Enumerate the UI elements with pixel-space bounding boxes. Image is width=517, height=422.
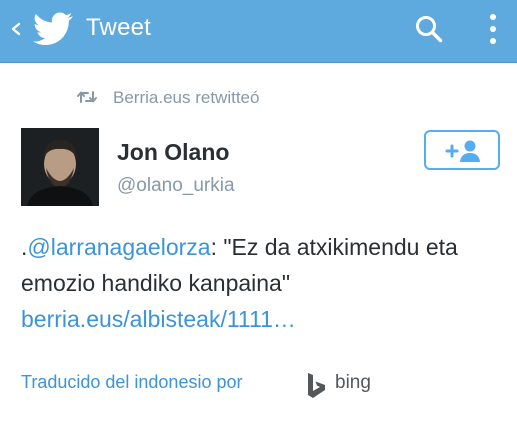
retweet-icon	[77, 91, 97, 103]
mention-link[interactable]: @larranagaelorza	[27, 234, 210, 260]
article-link[interactable]: berria.eus/albisteak/1111…	[21, 306, 296, 332]
tweet-text: .@larranagaelorza: "Ez da atxikimendu et…	[21, 229, 501, 337]
add-user-icon	[445, 140, 480, 162]
twitter-bird-icon[interactable]	[33, 12, 73, 46]
translation-link[interactable]: Traducido del indonesio por	[21, 372, 242, 393]
search-icon[interactable]	[413, 13, 445, 45]
back-icon[interactable]	[9, 16, 23, 42]
avatar[interactable]	[21, 128, 99, 206]
app-header: Tweet	[0, 0, 517, 63]
author-handle[interactable]: @olano_urkia	[117, 175, 235, 197]
follow-button[interactable]	[424, 130, 500, 170]
bing-logo-icon	[308, 373, 325, 398]
retweeted-by-label[interactable]: Berria.eus retwitteó	[113, 88, 259, 108]
page-title: Tweet	[86, 14, 152, 41]
overflow-menu-icon[interactable]	[482, 11, 504, 47]
author-name[interactable]: Jon Olano	[117, 139, 229, 166]
bing-label: bing	[335, 372, 371, 393]
